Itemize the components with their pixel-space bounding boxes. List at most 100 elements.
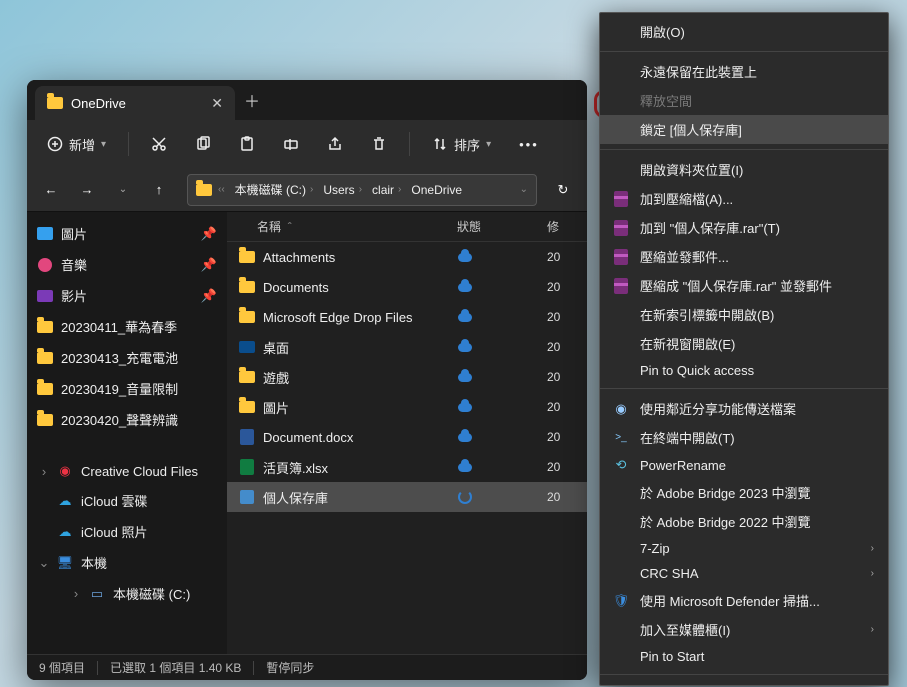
sort-icon: [432, 136, 448, 152]
table-row[interactable]: 圖片20: [227, 392, 587, 422]
ctx-power-rename[interactable]: ⟲PowerRename: [600, 452, 888, 478]
sidebar-item-local-disk[interactable]: ›▭本機磁碟 (C:): [27, 578, 227, 609]
icloud-photos-icon: ☁: [57, 524, 73, 540]
sidebar-item-folder[interactable]: 20230419_音量限制: [27, 373, 227, 404]
column-name[interactable]: 名稱 ˆ: [227, 218, 457, 235]
ctx-open[interactable]: 開啟(O): [600, 17, 888, 46]
cloud-icon: [457, 399, 473, 415]
ctx-open-terminal[interactable]: >_在終端中開啟(T): [600, 423, 888, 452]
column-status[interactable]: 狀態: [457, 218, 547, 235]
sidebar-item-videos[interactable]: 影片📌: [27, 280, 227, 311]
ctx-crc-sha[interactable]: CRC SHA›: [600, 561, 888, 586]
ctx-always-keep[interactable]: 永遠保留在此裝置上: [600, 57, 888, 86]
delete-button[interactable]: [361, 130, 397, 158]
recent-dropdown-button[interactable]: ⌄: [107, 174, 139, 206]
breadcrumb[interactable]: Users›: [319, 181, 366, 199]
ctx-adobe-bridge-2022[interactable]: 於 Adobe Bridge 2022 中瀏覽: [600, 507, 888, 536]
ctx-lock-vault[interactable]: 鎖定 [個人保存庫]: [600, 115, 888, 144]
up-button[interactable]: ↑: [143, 174, 175, 206]
sidebar-item-icloud-photos[interactable]: ☁iCloud 照片: [27, 516, 227, 547]
ctx-add-to-library[interactable]: 加入至媒體櫃(I)›: [600, 615, 888, 644]
ctx-pin-quick-access[interactable]: Pin to Quick access: [600, 358, 888, 383]
explorer-body: 圖片📌 音樂📌 影片📌 20230411_華為春季 20230413_充電電池 …: [27, 212, 587, 654]
table-row[interactable]: 桌面20: [227, 332, 587, 362]
breadcrumb[interactable]: clair›: [368, 181, 405, 199]
new-tab-button[interactable]: ＋: [235, 88, 269, 112]
table-row[interactable]: 活頁簿.xlsx20: [227, 452, 587, 482]
file-list: 名稱 ˆ 狀態 修 Attachments20 Documents20 Micr…: [227, 212, 587, 654]
cut-icon: [151, 136, 167, 152]
address-bar[interactable]: ‹‹ 本機磁碟 (C:)› Users› clair› OneDrive ⌄: [187, 174, 537, 206]
breadcrumb[interactable]: 本機磁碟 (C:)›: [231, 179, 318, 200]
paste-button[interactable]: [229, 130, 265, 158]
rename-button[interactable]: [273, 130, 309, 158]
sidebar-item-folder[interactable]: 20230411_華為春季: [27, 311, 227, 342]
table-row[interactable]: Documents20: [227, 272, 587, 302]
ctx-open-new-window[interactable]: 在新視窗開啟(E): [600, 329, 888, 358]
cloud-icon: [457, 309, 473, 325]
folder-icon: [37, 319, 53, 335]
new-button[interactable]: 新增 ▾: [37, 129, 116, 160]
rar-icon: [612, 191, 630, 207]
ctx-7zip[interactable]: 7-Zip›: [600, 536, 888, 561]
ctx-nearby-share[interactable]: ◉使用鄰近分享功能傳送檔案: [600, 394, 888, 423]
desktop-icon: [239, 339, 255, 355]
context-menu: 開啟(O) 永遠保留在此裝置上 釋放空間 鎖定 [個人保存庫] 開啟資料夾位置(…: [599, 12, 889, 686]
ctx-open-new-tab[interactable]: 在新索引標籤中開啟(B): [600, 300, 888, 329]
refresh-button[interactable]: ↻: [547, 174, 579, 206]
table-row[interactable]: Microsoft Edge Drop Files20: [227, 302, 587, 332]
folder-icon: [239, 309, 255, 325]
table-row[interactable]: Document.docx20: [227, 422, 587, 452]
tab-onedrive[interactable]: OneDrive ✕: [35, 86, 235, 120]
sidebar-item-folder[interactable]: 20230413_充電電池: [27, 342, 227, 373]
ctx-compress-email[interactable]: 壓縮並發郵件...: [600, 242, 888, 271]
ctx-open-location[interactable]: 開啟資料夾位置(I): [600, 155, 888, 184]
ctx-copy-path[interactable]: 複製路徑(A): [600, 680, 888, 686]
back-button[interactable]: ←: [35, 174, 67, 206]
cut-button[interactable]: [141, 130, 177, 158]
creative-cloud-icon: ◉: [57, 463, 73, 479]
copy-button[interactable]: [185, 130, 221, 158]
ctx-defender-scan[interactable]: 🛡使用 Microsoft Defender 掃描...: [600, 586, 888, 615]
table-row[interactable]: Attachments20: [227, 242, 587, 272]
sidebar-item-folder[interactable]: 20230420_聲聲辨識: [27, 404, 227, 435]
share-button[interactable]: [317, 130, 353, 158]
chevron-down-icon: ⌄: [37, 555, 51, 571]
breadcrumb[interactable]: OneDrive: [407, 181, 466, 199]
ctx-pin-to-start[interactable]: Pin to Start: [600, 644, 888, 669]
breadcrumb[interactable]: ‹‹: [214, 182, 229, 197]
pictures-icon: [37, 226, 53, 242]
file-explorer-window: OneDrive ✕ ＋ 新增 ▾ 排序 ▾ ••• ← → ⌄ ↑: [27, 80, 587, 680]
cloud-icon: [457, 249, 473, 265]
word-icon: [239, 429, 255, 445]
table-row[interactable]: 個人保存庫20: [227, 482, 587, 512]
sidebar-item-this-pc[interactable]: ⌄🖥本機: [27, 547, 227, 578]
rar-icon: [612, 249, 630, 265]
sidebar-item-pictures[interactable]: 圖片📌: [27, 218, 227, 249]
statusbar: 9 個項目 已選取 1 個項目 1.40 KB 暫停同步: [27, 654, 587, 680]
sidebar-item-icloud-drive[interactable]: ☁iCloud 雲碟: [27, 485, 227, 516]
sidebar-item-music[interactable]: 音樂📌: [27, 249, 227, 280]
forward-button[interactable]: →: [71, 174, 103, 206]
chevron-right-icon: ›: [871, 543, 874, 554]
table-row[interactable]: 遊戲20: [227, 362, 587, 392]
video-icon: [37, 288, 53, 304]
chevron-right-icon: ›: [871, 624, 874, 635]
close-tab-button[interactable]: ✕: [211, 95, 223, 112]
sidebar-item-creative-cloud[interactable]: ›◉Creative Cloud Files: [27, 457, 227, 485]
rar-icon: [612, 220, 630, 236]
column-modified[interactable]: 修: [547, 218, 587, 235]
ctx-compress-rar-email[interactable]: 壓縮成 "個人保存庫.rar" 並發郵件: [600, 271, 888, 300]
ctx-adobe-bridge-2023[interactable]: 於 Adobe Bridge 2023 中瀏覽: [600, 478, 888, 507]
more-button[interactable]: •••: [509, 131, 549, 158]
share-icon: [327, 136, 343, 152]
rename-icon: ⟲: [612, 457, 630, 473]
sidebar: 圖片📌 音樂📌 影片📌 20230411_華為春季 20230413_充電電池 …: [27, 212, 227, 654]
ctx-add-to-archive[interactable]: 加到壓縮檔(A)...: [600, 184, 888, 213]
toolbar: 新增 ▾ 排序 ▾ •••: [27, 120, 587, 168]
ctx-free-up-space: 釋放空間: [600, 86, 888, 115]
share-icon: ◉: [612, 401, 630, 417]
delete-icon: [371, 136, 387, 152]
ctx-add-to-rar[interactable]: 加到 "個人保存庫.rar"(T): [600, 213, 888, 242]
sort-button[interactable]: 排序 ▾: [422, 129, 501, 160]
